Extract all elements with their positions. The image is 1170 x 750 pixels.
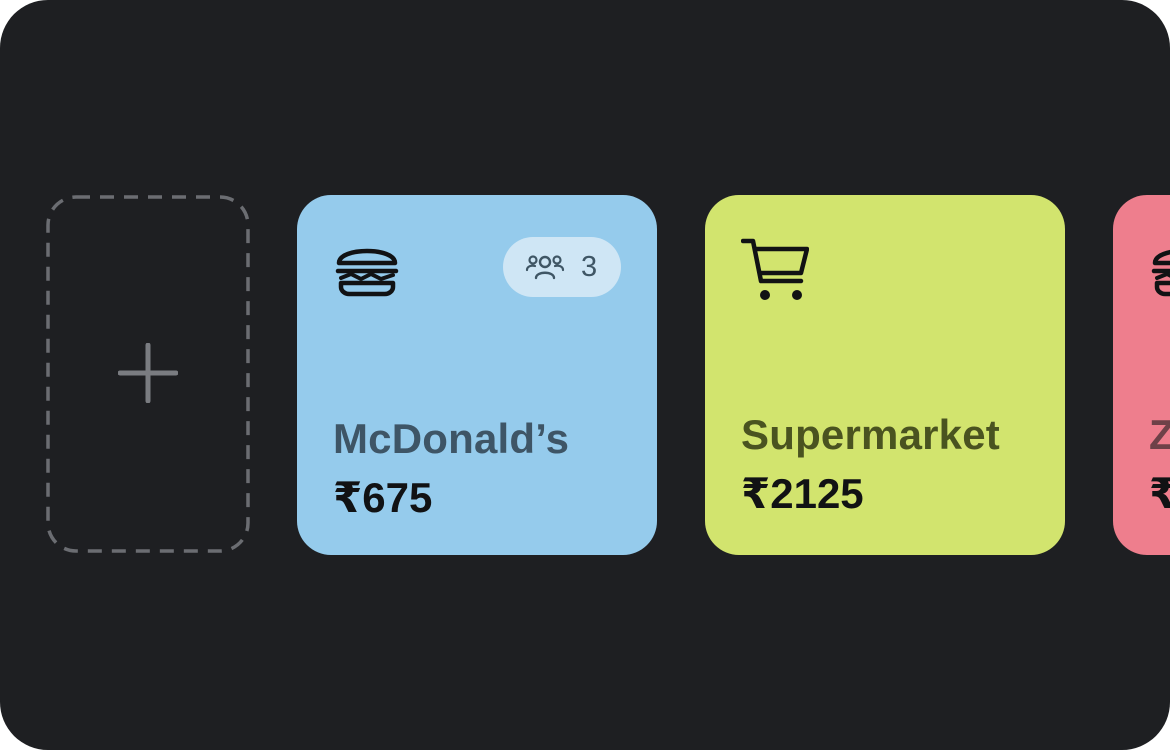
members-badge[interactable]: 3 xyxy=(503,237,621,297)
members-count: 3 xyxy=(581,251,598,283)
add-category-button[interactable] xyxy=(46,195,250,553)
card-title: Z xyxy=(1149,411,1170,458)
burger-icon xyxy=(335,248,399,297)
burger-icon xyxy=(1151,250,1170,297)
card-amount: ₹675 xyxy=(333,474,433,521)
cart-icon xyxy=(741,238,809,300)
category-card-mcdonalds[interactable]: 3 McDonald’s ₹675 xyxy=(297,195,657,555)
card-title: McDonald’s xyxy=(333,415,570,462)
card-amount: ₹ xyxy=(1149,470,1170,517)
card-amount: ₹2125 xyxy=(741,470,864,517)
expense-categories-screen: 3 McDonald’s ₹675 Supermarket ₹2125 Z ₹ xyxy=(0,0,1170,750)
group-icon xyxy=(525,255,565,280)
category-card-supermarket[interactable]: Supermarket ₹2125 xyxy=(705,195,1065,555)
category-card-partial[interactable]: Z ₹ xyxy=(1113,195,1170,555)
card-title: Supermarket xyxy=(741,411,1000,458)
plus-icon xyxy=(118,343,178,403)
